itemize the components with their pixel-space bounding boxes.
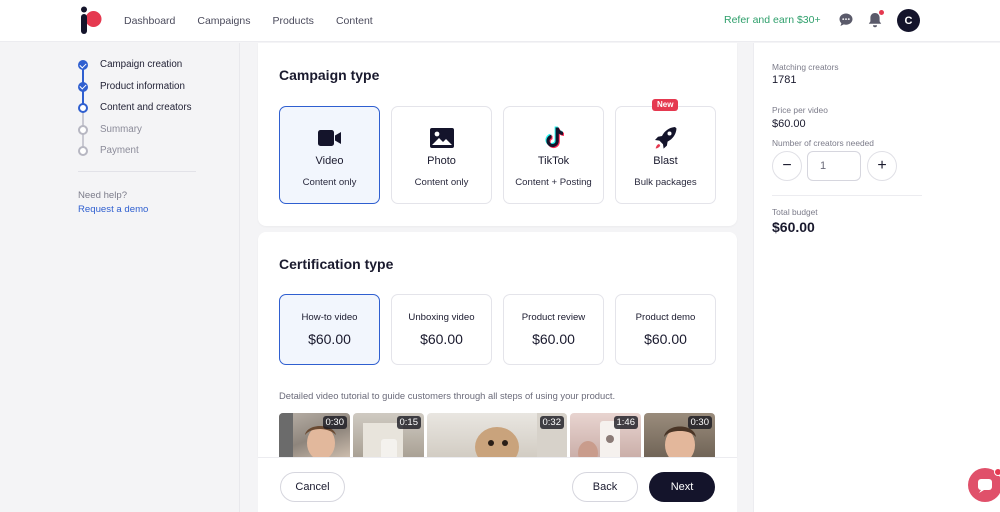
step-check-icon xyxy=(78,81,88,92)
certification-type-title: Certification type xyxy=(279,256,394,272)
nav-products[interactable]: Products xyxy=(273,15,314,27)
campaign-type-title: Campaign type xyxy=(279,67,380,83)
video-camera-icon xyxy=(317,130,341,146)
notification-dot xyxy=(879,10,884,15)
nav-content[interactable]: Content xyxy=(336,15,373,27)
help-text: Need help? xyxy=(78,190,128,201)
option-name: Photo xyxy=(427,155,456,167)
option-sub: Content only xyxy=(302,177,357,188)
video-duration: 1:46 xyxy=(613,416,638,429)
cert-name: Product demo xyxy=(635,312,696,323)
video-duration: 0:30 xyxy=(687,416,712,429)
option-sub: Content + Posting xyxy=(515,177,592,188)
total-budget-value: $60.00 xyxy=(772,219,815,235)
step-current-icon xyxy=(78,103,88,113)
increment-button[interactable]: + xyxy=(867,151,897,181)
video-thumbnail[interactable]: 1:46 xyxy=(570,413,641,457)
sidebar-divider xyxy=(78,171,196,172)
option-name: Video xyxy=(315,155,344,167)
cert-option-review[interactable]: Product review $60.00 xyxy=(503,294,604,365)
next-button[interactable]: Next xyxy=(649,472,715,502)
step-label: Payment xyxy=(100,145,139,156)
option-sub: Content only xyxy=(414,177,469,188)
certification-description: Detailed video tutorial to guide custome… xyxy=(279,390,616,401)
video-thumbnail[interactable]: 0:30 xyxy=(644,413,715,457)
campaign-option-tiktok[interactable]: TikTok Content + Posting xyxy=(503,106,604,204)
campaign-option-photo[interactable]: Photo Content only xyxy=(391,106,492,204)
cancel-button[interactable]: Cancel xyxy=(280,472,345,502)
new-badge: New xyxy=(652,99,679,111)
total-budget-label: Total budget xyxy=(772,207,818,217)
summary-divider xyxy=(772,195,922,196)
left-sidebar: Campaign creation Product information Co… xyxy=(0,43,240,512)
campaign-option-blast[interactable]: Blast Bulk packages xyxy=(615,106,716,204)
option-sub: Bulk packages xyxy=(634,177,697,188)
creators-quantity-input[interactable] xyxy=(807,151,861,181)
step-label: Campaign creation xyxy=(100,59,183,70)
step-label: Product information xyxy=(100,80,185,92)
tiktok-icon xyxy=(544,126,564,149)
cert-price: $60.00 xyxy=(644,331,687,347)
cert-price: $60.00 xyxy=(532,331,575,347)
video-duration: 0:15 xyxy=(396,416,421,429)
chat-bubble-icon[interactable] xyxy=(838,12,854,28)
video-thumbnail[interactable]: 0:32 xyxy=(427,413,567,457)
price-per-video-value: $60.00 xyxy=(772,118,806,130)
price-per-video-label: Price per video xyxy=(772,105,828,115)
matching-creators-label: Matching creators xyxy=(772,62,839,72)
cert-price: $60.00 xyxy=(308,331,351,347)
video-thumbnail[interactable]: 0:15 xyxy=(353,413,424,457)
chat-notification-dot xyxy=(994,468,1000,476)
step-check-icon xyxy=(78,60,88,70)
rocket-icon xyxy=(654,127,676,149)
image-icon xyxy=(429,128,454,148)
cert-name: Product review xyxy=(521,312,586,323)
summary-sidebar: Matching creators 1781 Price per video $… xyxy=(753,43,1000,512)
cert-option-unboxing[interactable]: Unboxing video $60.00 xyxy=(391,294,492,365)
brand-logo-icon[interactable] xyxy=(78,6,104,36)
video-duration: 0:30 xyxy=(322,416,347,429)
step-pending-icon xyxy=(78,146,88,156)
cert-name: Unboxing video xyxy=(408,312,475,323)
decrement-button[interactable]: − xyxy=(772,151,802,181)
step-pending-icon xyxy=(78,124,88,135)
nav-campaigns[interactable]: Campaigns xyxy=(197,15,250,27)
campaign-option-video[interactable]: Video Content only xyxy=(279,106,380,204)
nav-dashboard[interactable]: Dashboard xyxy=(124,15,175,27)
back-button[interactable]: Back xyxy=(572,472,638,502)
video-duration: 0:32 xyxy=(539,416,564,429)
cert-name: How-to video xyxy=(301,312,358,323)
step-label: Content and creators xyxy=(100,102,192,113)
certification-type-panel: Certification type How-to video $60.00 U… xyxy=(258,232,737,457)
main-nav: Dashboard Campaigns Products Content xyxy=(124,0,373,42)
video-thumbnail[interactable]: 0:30 xyxy=(279,413,350,457)
request-demo-link[interactable]: Request a demo xyxy=(78,204,148,215)
top-navigation-bar: Dashboard Campaigns Products Content Ref… xyxy=(0,0,1000,42)
cert-option-how-to[interactable]: How-to video $60.00 xyxy=(279,294,380,365)
cert-price: $60.00 xyxy=(420,331,463,347)
cert-option-demo[interactable]: Product demo $60.00 xyxy=(615,294,716,365)
matching-creators-value: 1781 xyxy=(772,74,797,86)
refer-link[interactable]: Refer and earn $30+ xyxy=(724,14,821,26)
step-label: Summary xyxy=(100,123,142,135)
creators-needed-label: Number of creators needed xyxy=(772,138,874,148)
option-name: TikTok xyxy=(537,155,570,167)
option-name: Blast xyxy=(653,155,678,167)
campaign-type-panel: Campaign type Video Content only Photo C… xyxy=(258,43,737,226)
wizard-footer: Cancel Back Next xyxy=(258,457,737,512)
user-avatar[interactable]: C xyxy=(897,9,920,32)
